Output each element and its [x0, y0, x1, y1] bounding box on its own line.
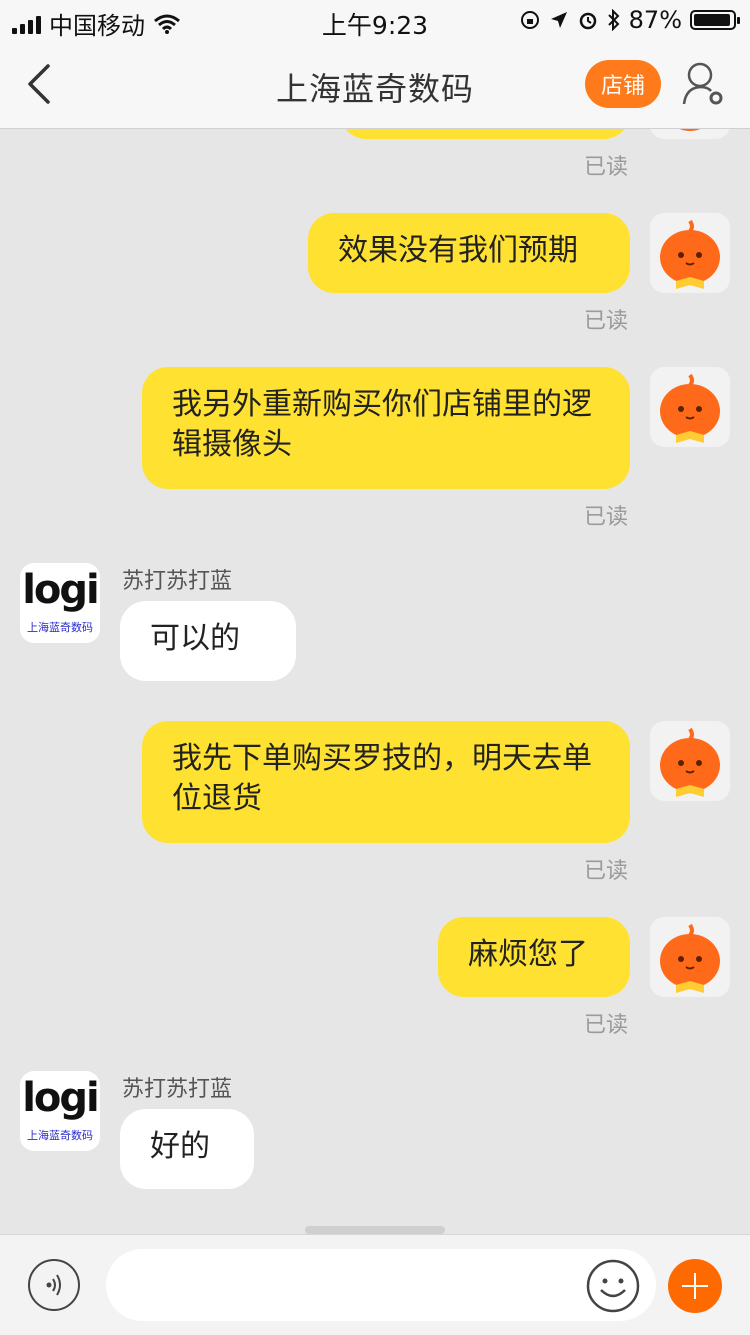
status-right: 87%: [519, 6, 740, 34]
voice-icon[interactable]: [28, 1259, 80, 1311]
input-bar: [0, 1234, 750, 1335]
shop-button[interactable]: 店铺: [585, 60, 661, 108]
my-avatar[interactable]: [650, 721, 730, 801]
logo-caption: 上海蓝奇数码: [27, 621, 93, 634]
person-settings-icon[interactable]: [680, 60, 726, 108]
read-status: 已读: [583, 309, 628, 334]
status-bar: 中国移动 上午9:23 87%: [0, 0, 750, 40]
bluetooth-icon: [607, 9, 620, 31]
plus-icon[interactable]: [668, 1259, 722, 1313]
scroll-handle[interactable]: [305, 1226, 445, 1234]
message-bubble[interactable]: 效果没有我们预期: [308, 213, 630, 293]
previous-message-bubble: [340, 129, 630, 139]
my-avatar: [650, 129, 730, 139]
logo-text: logi: [22, 1075, 100, 1121]
shop-avatar[interactable]: logi 上海蓝奇数码: [20, 563, 100, 643]
read-status: 已读: [583, 859, 628, 884]
message-bubble[interactable]: 麻烦您了: [438, 917, 630, 997]
rotation-lock-icon: [520, 11, 539, 29]
message-bubble[interactable]: 可以的: [120, 601, 296, 681]
emoji-icon[interactable]: [586, 1259, 640, 1313]
my-avatar[interactable]: [650, 367, 730, 447]
message-bubble[interactable]: 我另外重新购买你们店铺里的逻辑摄像头: [142, 367, 630, 489]
alarm-icon: [579, 12, 596, 30]
sender-name: 苏打苏打蓝: [122, 569, 233, 594]
location-icon: [550, 12, 567, 28]
logo-caption: 上海蓝奇数码: [27, 1129, 93, 1142]
message-bubble[interactable]: 好的: [120, 1109, 254, 1189]
navigation-bar: 上海蓝奇数码 店铺: [0, 40, 750, 129]
read-status: 已读: [583, 155, 628, 180]
read-status: 已读: [583, 1013, 628, 1038]
my-avatar[interactable]: [650, 213, 730, 293]
battery-percent: 87%: [628, 6, 682, 34]
message-input[interactable]: [106, 1249, 656, 1321]
read-status: 已读: [583, 505, 628, 530]
message-bubble[interactable]: 我先下单购买罗技的，明天去单位退货: [142, 721, 630, 843]
shop-avatar[interactable]: logi 上海蓝奇数码: [20, 1071, 100, 1151]
battery-icon: [690, 10, 740, 30]
chat-area[interactable]: 已读 效果没有我们预期 已读 我另外重新购买你们店铺里的逻辑摄像头 已读 log…: [0, 129, 750, 1233]
my-avatar[interactable]: [650, 917, 730, 997]
logo-text: logi: [22, 567, 100, 613]
sender-name: 苏打苏打蓝: [122, 1077, 233, 1102]
